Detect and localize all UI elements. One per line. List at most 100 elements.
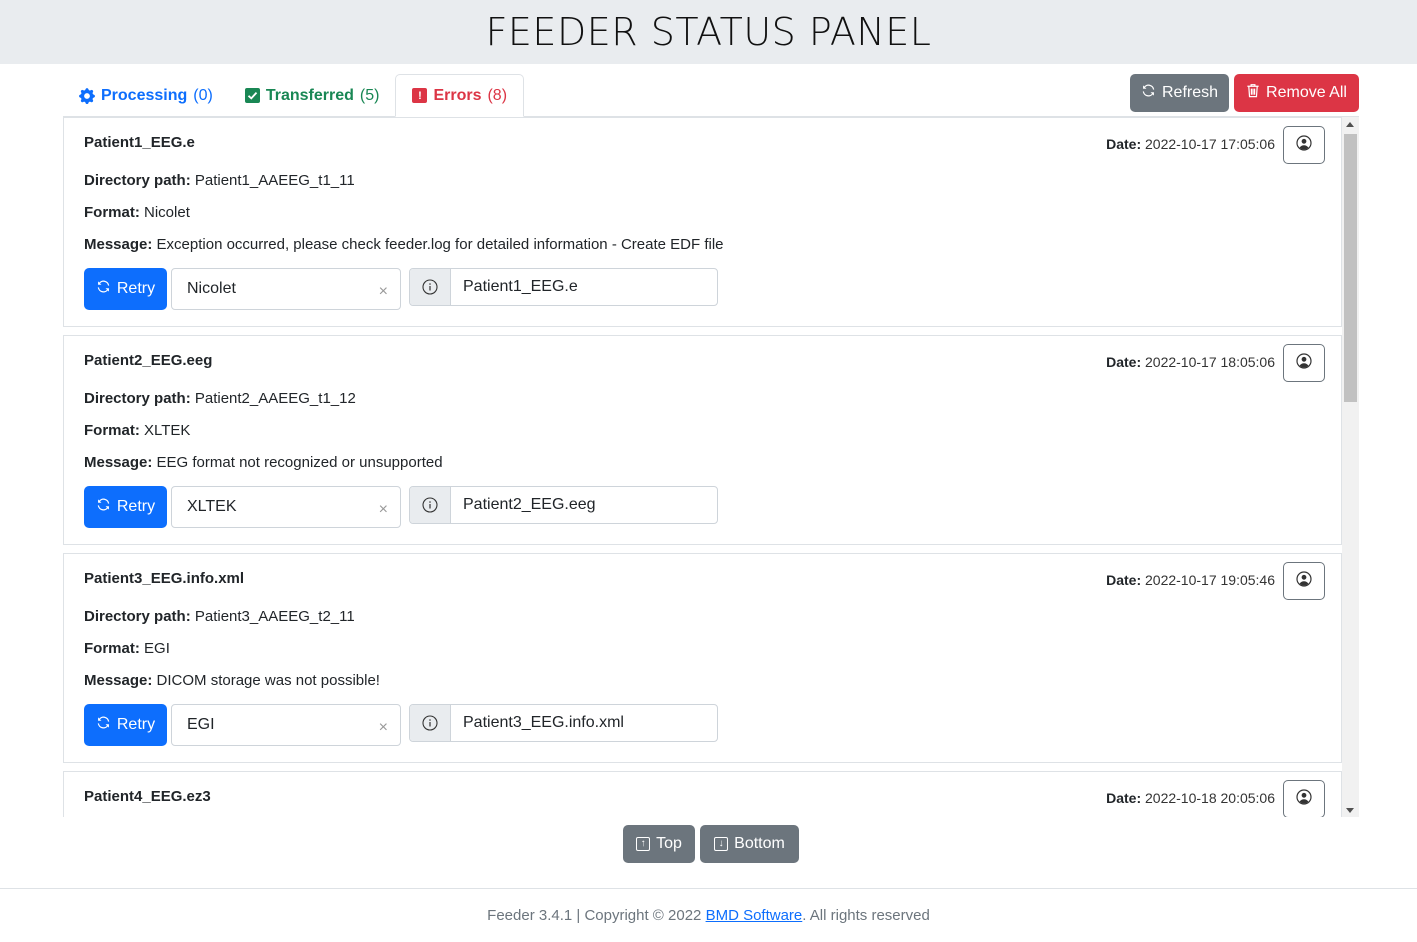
status-tabs: Processing (0) Transferred (5) ! Errors … bbox=[63, 74, 525, 117]
retry-label: Retry bbox=[116, 498, 156, 515]
patient-button[interactable] bbox=[1283, 126, 1325, 164]
format-select[interactable]: XLTEK × bbox=[171, 486, 401, 528]
date-value: 2022-10-17 17:05:06 bbox=[1145, 136, 1275, 152]
person-circle-icon bbox=[1296, 135, 1312, 155]
footer: Feeder 3.4.1 | Copyright © 2022 BMD Soft… bbox=[0, 888, 1417, 942]
format-select[interactable]: Nicolet × bbox=[171, 268, 401, 310]
clear-icon[interactable]: × bbox=[379, 283, 388, 301]
clear-icon[interactable]: × bbox=[379, 501, 388, 519]
file-name: Patient1_EEG.e bbox=[84, 134, 195, 151]
format-label: Format: bbox=[84, 422, 140, 439]
error-card: Patient2_EEG.eeg Date: 2022-10-17 18:05:… bbox=[63, 335, 1342, 545]
date-label: Date: bbox=[1106, 790, 1142, 806]
file-name: Patient4_EEG.ez3 bbox=[84, 788, 211, 805]
format-select[interactable]: EGI × bbox=[171, 704, 401, 746]
exclamation-square-icon: ! bbox=[412, 88, 428, 103]
tab-label: Processing bbox=[101, 86, 188, 104]
message-label: Message: bbox=[84, 672, 153, 689]
scroll-top-button[interactable]: ↑ Top bbox=[623, 825, 695, 863]
info-value[interactable]: Patient1_EEG.e bbox=[451, 269, 578, 305]
person-circle-icon bbox=[1296, 789, 1312, 809]
trash-icon bbox=[1246, 83, 1260, 103]
message-label: Message: bbox=[84, 454, 153, 471]
info-value[interactable]: Patient2_EEG.eeg bbox=[451, 487, 596, 523]
error-card: Patient4_EEG.ez3 Date: 2022-10-18 20:05:… bbox=[63, 771, 1342, 817]
bottom-label: Bottom bbox=[734, 835, 785, 852]
message-line: Message: DICOM storage was not possible! bbox=[84, 672, 380, 689]
page-title: FEEDER STATUS PANEL bbox=[485, 10, 932, 54]
format-value: XLTEK bbox=[144, 422, 191, 439]
scroll-bottom-button[interactable]: ↓ Bottom bbox=[700, 825, 799, 863]
format-value: EGI bbox=[144, 640, 170, 657]
date-value: 2022-10-17 18:05:06 bbox=[1145, 354, 1275, 370]
scroll-up-arrow-icon[interactable] bbox=[1346, 122, 1354, 127]
format-select-value: XLTEK bbox=[187, 498, 237, 515]
retry-button[interactable]: Retry bbox=[84, 486, 167, 528]
scrollbar[interactable] bbox=[1342, 117, 1359, 817]
top-label: Top bbox=[656, 835, 682, 852]
directory-value: Patient3_AAEEG_t2_11 bbox=[194, 608, 355, 625]
format-label: Format: bbox=[84, 640, 140, 657]
format-line: Format: EGI bbox=[84, 640, 170, 657]
directory-line: Directory path: Patient1_AAEEG_t1_11 bbox=[84, 172, 355, 189]
gear-icon bbox=[79, 87, 95, 104]
date-value: 2022-10-17 19:05:46 bbox=[1145, 572, 1275, 588]
message-value: Exception occurred, please check feeder.… bbox=[156, 236, 724, 253]
person-circle-icon bbox=[1296, 571, 1312, 591]
info-value[interactable]: Patient3_EEG.info.xml bbox=[451, 705, 624, 741]
scroll-down-arrow-icon[interactable] bbox=[1346, 808, 1354, 813]
retry-button[interactable]: Retry bbox=[84, 704, 167, 746]
tab-label: Transferred bbox=[265, 86, 354, 104]
directory-line: Directory path: Patient2_AAEEG_t1_12 bbox=[84, 390, 356, 407]
retry-icon bbox=[96, 497, 111, 517]
retry-icon bbox=[96, 715, 111, 735]
info-input-group: Patient3_EEG.info.xml bbox=[409, 704, 718, 742]
message-line: Message: Exception occurred, please chec… bbox=[84, 236, 724, 253]
tab-count: (5) bbox=[359, 86, 380, 104]
info-icon bbox=[410, 487, 451, 523]
date-field: Date: 2022-10-17 17:05:06 bbox=[1106, 136, 1275, 152]
bmd-software-link[interactable]: BMD Software bbox=[706, 907, 803, 924]
refresh-button[interactable]: Refresh bbox=[1130, 74, 1229, 112]
patient-button[interactable] bbox=[1283, 562, 1325, 600]
format-label: Format: bbox=[84, 204, 140, 221]
retry-button[interactable]: Retry bbox=[84, 268, 167, 310]
message-line: Message: EEG format not recognized or un… bbox=[84, 454, 443, 471]
retry-label: Retry bbox=[116, 280, 156, 297]
date-field: Date: 2022-10-17 18:05:06 bbox=[1106, 354, 1275, 370]
tab-transferred[interactable]: Transferred (5) bbox=[229, 74, 396, 117]
remove-all-label: Remove All bbox=[1266, 84, 1347, 101]
file-name: Patient3_EEG.info.xml bbox=[84, 570, 245, 587]
error-card: Patient1_EEG.e Date: 2022-10-17 17:05:06… bbox=[63, 117, 1342, 327]
person-circle-icon bbox=[1296, 353, 1312, 373]
patient-button[interactable] bbox=[1283, 780, 1325, 817]
format-line: Format: Nicolet bbox=[84, 204, 190, 221]
retry-label: Retry bbox=[116, 716, 156, 733]
directory-label: Directory path: bbox=[84, 608, 191, 625]
tab-label: Errors bbox=[433, 86, 482, 104]
clear-icon[interactable]: × bbox=[379, 719, 388, 737]
format-select-value: EGI bbox=[187, 716, 215, 733]
message-value: DICOM storage was not possible! bbox=[156, 672, 380, 689]
scrollbar-thumb[interactable] bbox=[1344, 134, 1357, 402]
tab-errors[interactable]: ! Errors (8) bbox=[395, 74, 525, 117]
tab-count: (8) bbox=[487, 86, 508, 104]
refresh-label: Refresh bbox=[1161, 84, 1219, 101]
tab-processing[interactable]: Processing (0) bbox=[63, 74, 229, 117]
info-input-group: Patient1_EEG.e bbox=[409, 268, 718, 306]
patient-button[interactable] bbox=[1283, 344, 1325, 382]
error-card: Patient3_EEG.info.xml Date: 2022-10-17 1… bbox=[63, 553, 1342, 763]
error-list[interactable]: Patient1_EEG.e Date: 2022-10-17 17:05:06… bbox=[63, 116, 1359, 817]
remove-all-button[interactable]: Remove All bbox=[1234, 74, 1359, 112]
format-line: Format: XLTEK bbox=[84, 422, 190, 439]
retry-icon bbox=[96, 279, 111, 299]
footer-suffix: . All rights reserved bbox=[802, 907, 930, 924]
message-label: Message: bbox=[84, 236, 153, 253]
footer-text: Feeder 3.4.1 | Copyright © 2022 bbox=[487, 907, 706, 924]
date-field: Date: 2022-10-17 19:05:46 bbox=[1106, 572, 1275, 588]
info-input-group: Patient2_EEG.eeg bbox=[409, 486, 718, 524]
check-square-icon bbox=[244, 88, 260, 103]
format-select-value: Nicolet bbox=[187, 280, 236, 297]
directory-value: Patient1_AAEEG_t1_11 bbox=[194, 172, 355, 189]
info-icon bbox=[410, 705, 451, 741]
